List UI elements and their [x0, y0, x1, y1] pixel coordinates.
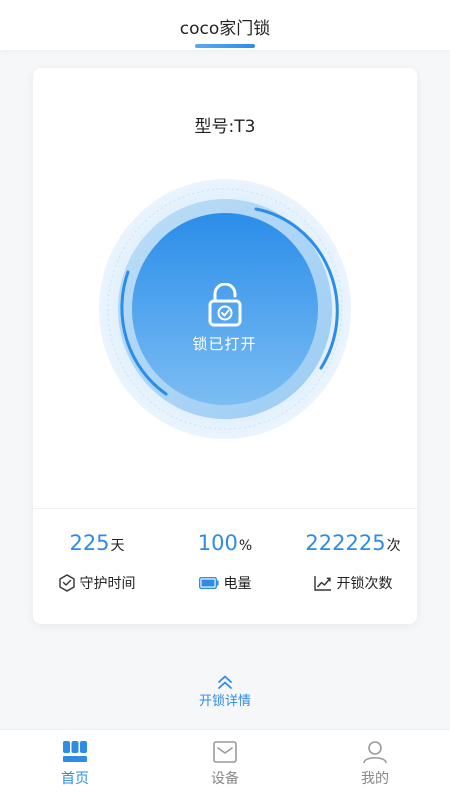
- stat-label: 守护时间: [79, 576, 136, 592]
- unlocked-icon: [208, 283, 241, 327]
- stat-label: 开锁次数: [336, 576, 393, 592]
- top-bar: coco家门锁: [0, 0, 450, 50]
- stat-guard-time: 225天 守护时间: [33, 531, 161, 592]
- shield-icon: [58, 574, 75, 592]
- model-prefix: 型号:: [194, 117, 235, 137]
- model-label: 型号:T3: [33, 112, 417, 137]
- stat-value: 225: [69, 531, 110, 555]
- title-underline: [195, 44, 255, 48]
- stat-label-row: 电量: [161, 573, 289, 593]
- stat-unit: 天: [110, 538, 125, 554]
- bottom-tab-bar: 首页 设备 我的: [0, 729, 450, 800]
- chevron-double-up-icon: [218, 675, 232, 689]
- unlock-details-link[interactable]: 开锁详情: [0, 674, 450, 709]
- card-divider: [33, 508, 417, 509]
- stat-value: 222225: [305, 531, 386, 555]
- tab-profile[interactable]: 我的: [300, 740, 450, 788]
- home-icon: [63, 741, 87, 762]
- stat-label: 电量: [223, 576, 252, 592]
- model-value: T3: [234, 117, 256, 137]
- tab-label: 设备: [211, 771, 239, 787]
- app-title: coco家门锁: [179, 19, 271, 39]
- unlock-details-label: 开锁详情: [198, 694, 251, 709]
- lock-center[interactable]: 锁已打开: [162, 283, 287, 354]
- battery-icon: [198, 577, 219, 589]
- tab-device[interactable]: 设备: [150, 740, 300, 788]
- profile-icon: [363, 741, 387, 764]
- lock-status-text: 锁已打开: [192, 335, 257, 353]
- stat-unlock-count: 222225次 开锁次数: [289, 531, 417, 592]
- stat-unit: 次: [386, 538, 401, 554]
- trend-chart-icon: [313, 576, 331, 591]
- lock-card: 型号:T3 锁已打开 225天 守护时间 100% 电量 222225次 开锁次…: [33, 68, 417, 624]
- stat-unit: %: [238, 538, 253, 554]
- tab-label: 我的: [361, 771, 389, 787]
- stat-label-row: 开锁次数: [289, 573, 417, 593]
- tab-label: 首页: [61, 771, 89, 787]
- device-icon: [213, 741, 237, 763]
- stat-value: 100: [197, 531, 238, 555]
- stat-battery: 100% 电量: [161, 531, 289, 592]
- tab-home[interactable]: 首页: [0, 740, 150, 788]
- stat-label-row: 守护时间: [33, 573, 161, 593]
- battery-fill: [201, 579, 214, 587]
